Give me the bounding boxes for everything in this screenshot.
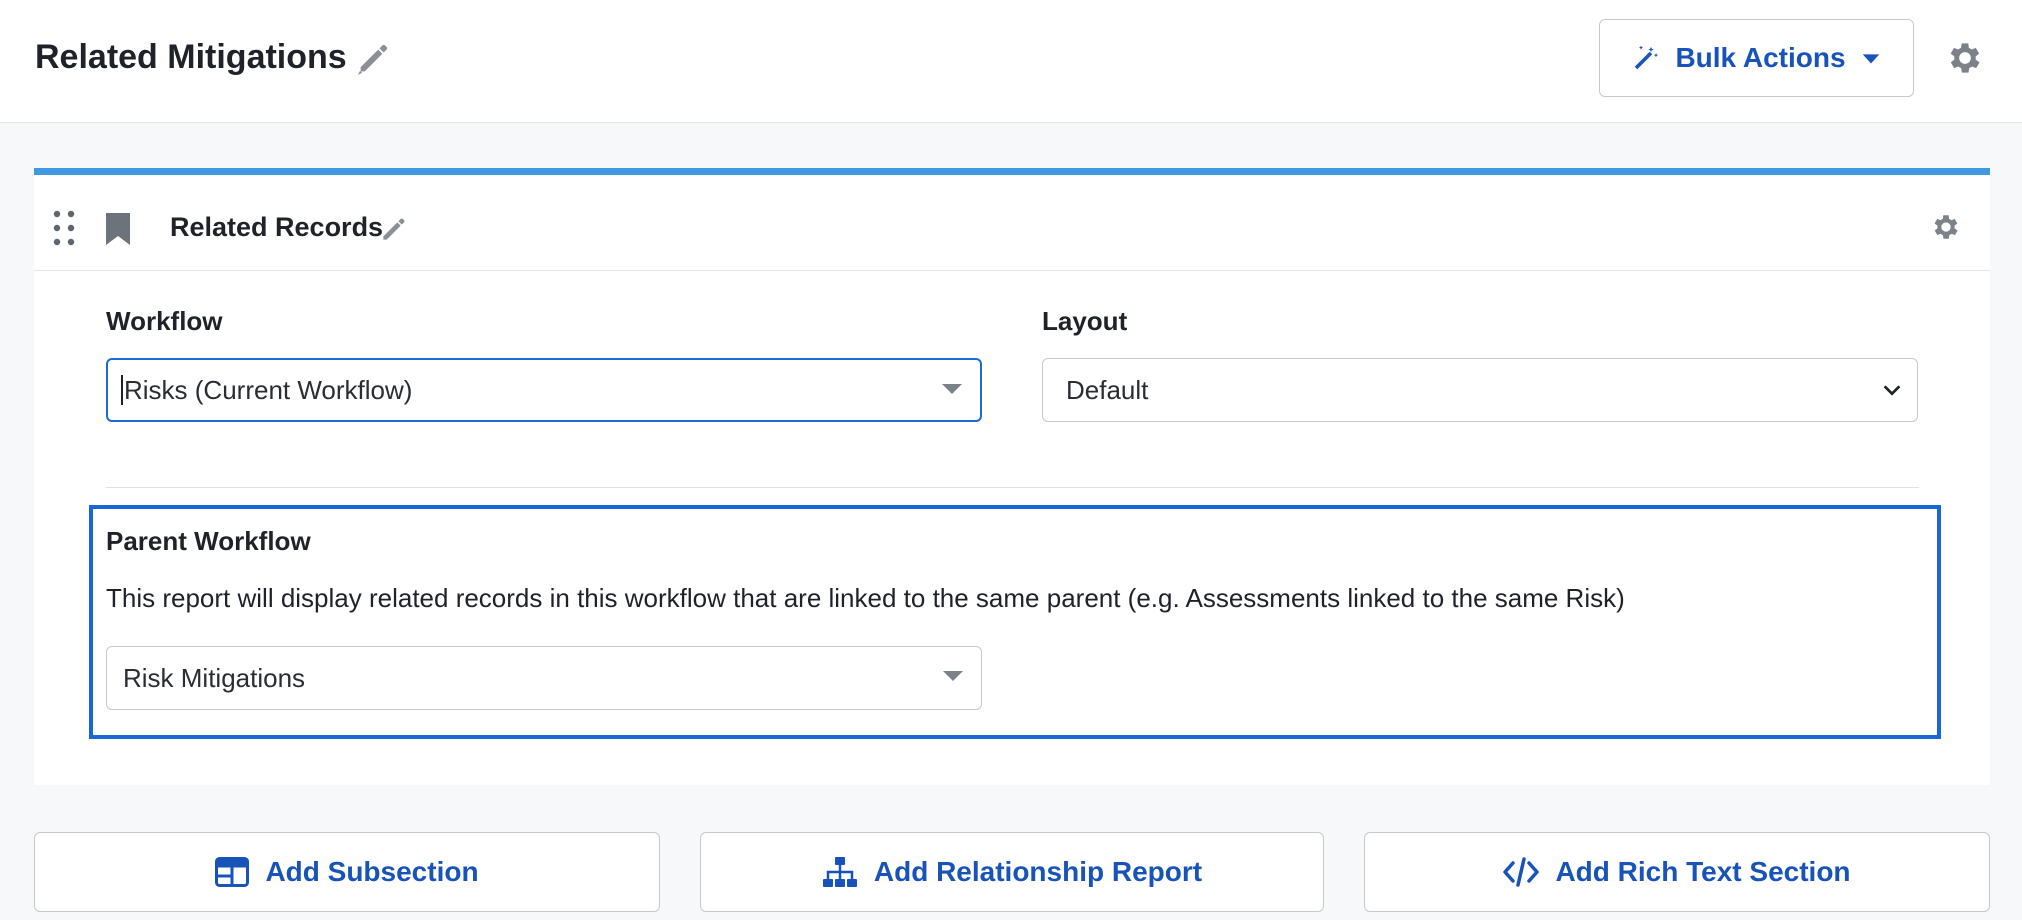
parent-workflow-label: Parent Workflow: [106, 526, 311, 556]
workflow-select[interactable]: Risks (Current Workflow): [106, 358, 982, 422]
bookmark-icon: [106, 213, 130, 245]
sitemap-icon: [822, 857, 857, 887]
layout-select[interactable]: Default: [1042, 358, 1918, 422]
add-relationship-report-label: Add Relationship Report: [873, 856, 1203, 887]
workflow-value: Risks (Current Workflow): [124, 374, 413, 405]
bulk-actions-button[interactable]: Bulk Actions: [1599, 19, 1914, 97]
parent-workflow-value: Risk Mitigations: [123, 662, 306, 693]
page-header: Related Mitigations Bulk Actions: [0, 0, 2022, 123]
gear-icon[interactable]: [1930, 211, 1962, 243]
layout-value: Default: [1066, 374, 1149, 405]
caret-down-icon: [942, 384, 962, 394]
caret-down-icon: [1862, 54, 1879, 64]
drag-handle-icon[interactable]: [52, 209, 76, 247]
add-subsection-label: Add Subsection: [265, 856, 479, 887]
layout-label: Layout: [1042, 306, 1128, 336]
add-rich-text-section-button[interactable]: Add Rich Text Section: [1364, 832, 1990, 912]
pencil-icon[interactable]: [378, 213, 410, 245]
parent-workflow-description: This report will display related records…: [106, 583, 1625, 613]
add-rich-text-section-label: Add Rich Text Section: [1555, 856, 1851, 887]
workflow-label: Workflow: [106, 306, 223, 336]
section-divider: [106, 487, 1919, 488]
card-header: Related Records: [34, 175, 1990, 271]
caret-down-icon: [943, 671, 963, 681]
card-title: Related Records: [170, 212, 384, 242]
layout-grid-icon: [215, 857, 250, 887]
code-icon: [1503, 857, 1540, 887]
page-title: Related Mitigations: [35, 38, 347, 76]
add-relationship-report-button[interactable]: Add Relationship Report: [700, 832, 1324, 912]
parent-workflow-select[interactable]: Risk Mitigations: [106, 646, 982, 710]
text-cursor: [121, 375, 123, 405]
chevron-down-icon: [1883, 385, 1901, 396]
bulk-actions-label: Bulk Actions: [1675, 42, 1846, 73]
gear-icon[interactable]: [1945, 38, 1985, 78]
magic-wand-icon: [1635, 45, 1659, 70]
pencil-icon[interactable]: [354, 38, 394, 78]
add-subsection-button[interactable]: Add Subsection: [34, 832, 660, 912]
